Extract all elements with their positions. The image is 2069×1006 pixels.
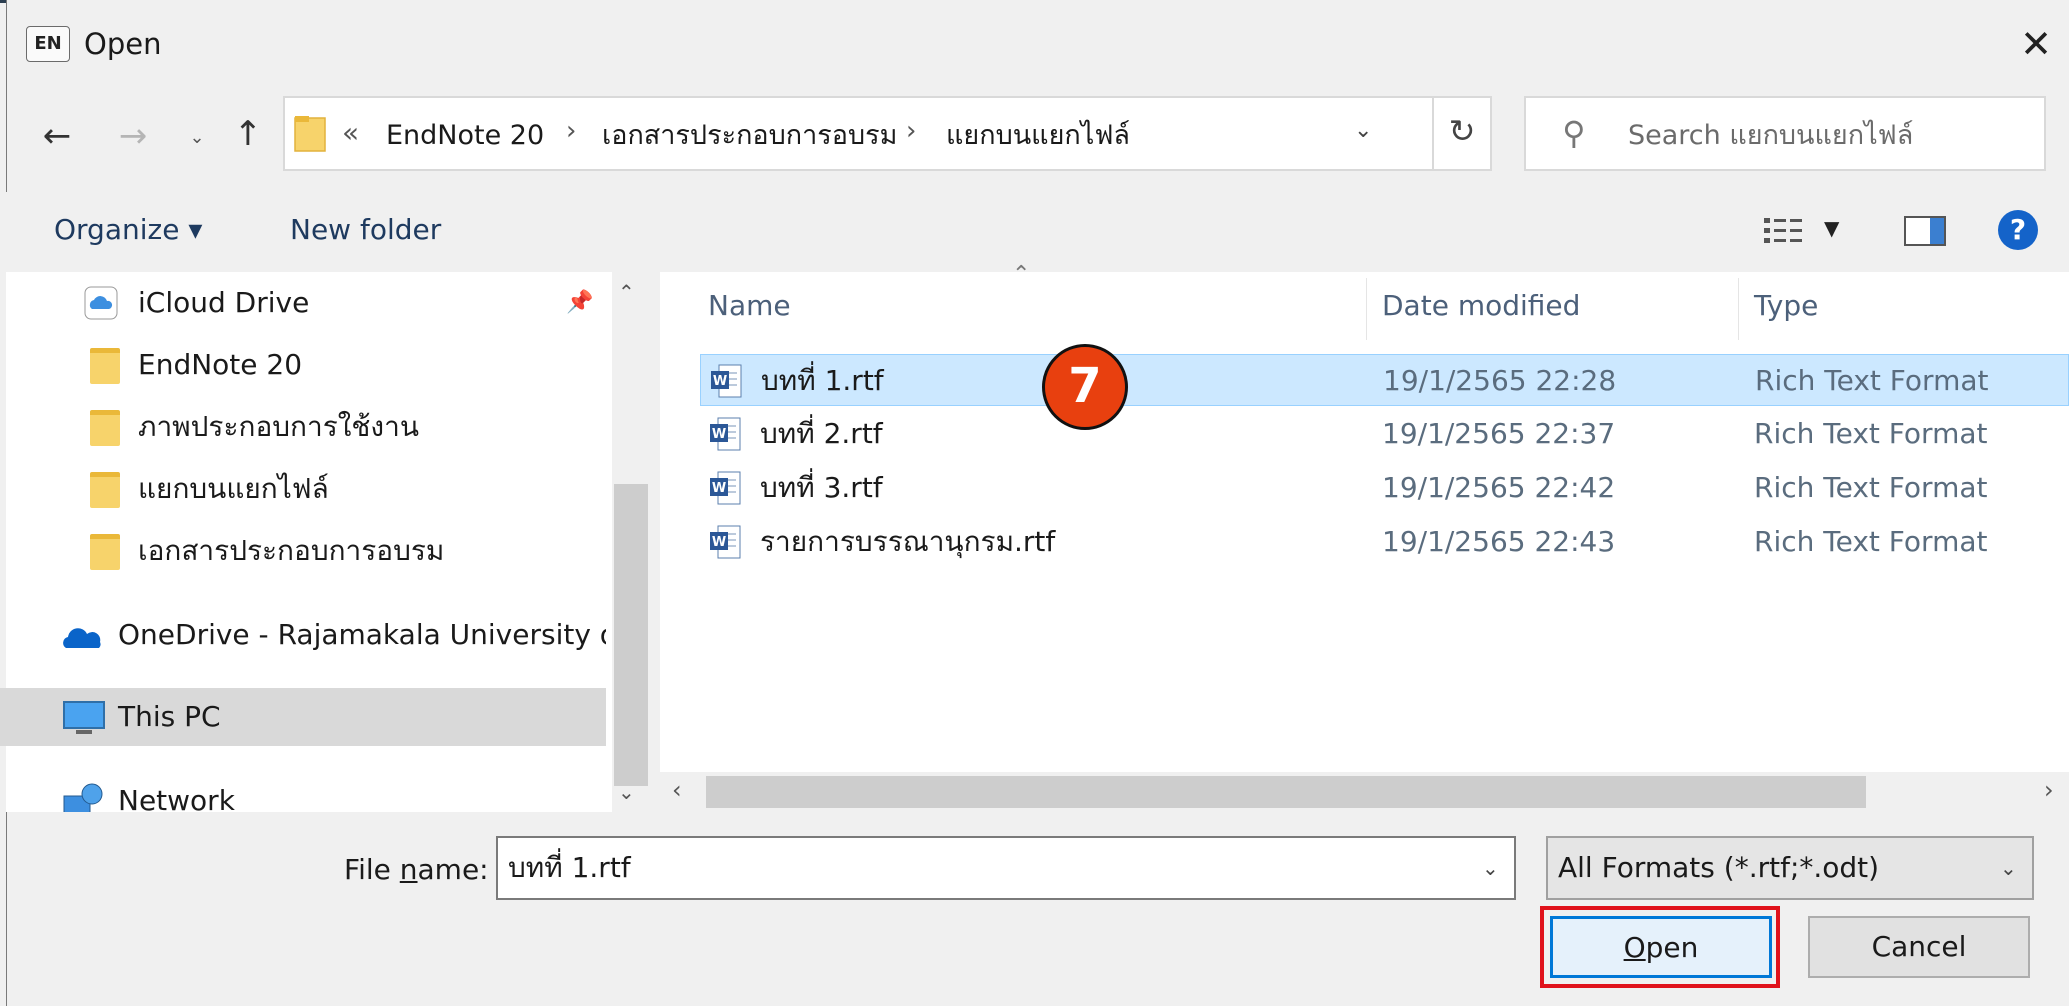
address-dropdown-chevron-icon[interactable]: ⌄: [1354, 118, 1372, 143]
sidebar-item-label: This PC: [118, 700, 221, 733]
dialog-title: Open: [84, 27, 162, 61]
recent-locations-chevron-icon[interactable]: ⌄: [184, 118, 210, 158]
step-number-badge: 7: [1042, 344, 1128, 430]
breadcrumb-current-folder[interactable]: แยกบนแยกไฟล์: [946, 118, 1130, 154]
endnote-app-icon: EN: [26, 26, 70, 62]
sidebar-item-label: OneDrive - Rajamakala University of: [118, 618, 606, 651]
search-icon: ⚲: [1562, 114, 1586, 152]
sidebar-item-onedrive[interactable]: OneDrive - Rajamakala University of: [0, 606, 606, 664]
file-name-value[interactable]: บทที่ 1.rtf: [508, 848, 631, 888]
file-type: Rich Text Format: [1754, 525, 1988, 558]
sidebar-item-this-pc[interactable]: This PC: [0, 688, 606, 746]
file-name: บทที่ 1.rtf: [761, 364, 884, 397]
word-document-icon: W: [710, 417, 741, 451]
column-header-name[interactable]: Name: [708, 286, 791, 326]
file-date: 19/1/2565 22:43: [1382, 525, 1616, 558]
svg-text:W: W: [713, 374, 727, 389]
file-type: Rich Text Format: [1754, 417, 1988, 450]
sidebar-item-label: ภาพประกอบการใช้งาน: [138, 410, 419, 443]
sidebar-item-endnote-20[interactable]: EndNote 20: [0, 336, 606, 394]
folder-icon: [90, 534, 120, 570]
file-row[interactable]: W บทที่ 2.rtf 19/1/2565 22:37 Rich Text …: [700, 408, 2069, 460]
svg-text:W: W: [712, 481, 726, 496]
new-folder-button[interactable]: New folder: [290, 210, 441, 250]
sidebar-item-split-files[interactable]: แยกบนแยกไฟล์: [0, 460, 606, 518]
folder-icon: [90, 472, 120, 508]
sidebar-scrollbar-thumb[interactable]: [614, 484, 648, 786]
folder-icon: [90, 348, 120, 384]
word-document-icon: W: [710, 525, 741, 559]
breadcrumb-separator-icon[interactable]: ›: [906, 116, 916, 146]
scroll-up-icon[interactable]: ⌃: [618, 280, 635, 304]
folder-icon: [294, 116, 326, 152]
sort-ascending-icon: ⌃: [1012, 262, 1031, 287]
sidebar-item-label: เอกสารประกอบการอบรม: [138, 534, 445, 567]
file-row[interactable]: W บทที่ 3.rtf 19/1/2565 22:42 Rich Text …: [700, 462, 2069, 514]
svg-text:W: W: [712, 535, 726, 550]
forward-button[interactable]: →: [110, 116, 156, 156]
file-type: Rich Text Format: [1755, 364, 1989, 397]
cancel-button[interactable]: Cancel: [1808, 916, 2030, 978]
details-view-icon[interactable]: [1762, 214, 1806, 248]
filter-dropdown-chevron-icon[interactable]: ⌄: [2000, 856, 2017, 880]
breadcrumb-endnote-20[interactable]: EndNote 20: [386, 118, 544, 154]
search-input[interactable]: Search แยกบนแยกไฟล์: [1628, 118, 1913, 154]
open-button[interactable]: Open: [1550, 916, 1772, 978]
preview-pane-icon[interactable]: [1904, 216, 1946, 246]
file-date: 19/1/2565 22:28: [1383, 364, 1617, 397]
column-divider[interactable]: [1366, 278, 1367, 340]
help-icon[interactable]: ?: [1998, 210, 2038, 250]
icloud-icon: [84, 286, 118, 320]
computer-icon: [63, 701, 105, 734]
file-row[interactable]: W บทที่ 1.rtf 19/1/2565 22:28 Rich Text …: [700, 354, 2069, 406]
organize-button[interactable]: Organize ▾: [54, 210, 202, 250]
file-name-dropdown-chevron-icon[interactable]: ⌄: [1482, 856, 1499, 880]
close-icon[interactable]: ✕: [2010, 18, 2062, 70]
breadcrumb-separator-icon[interactable]: ›: [566, 116, 576, 146]
file-name-label: File name:: [344, 853, 489, 886]
file-name: บทที่ 3.rtf: [760, 471, 883, 504]
file-name: รายการบรรณานุกรม.rtf: [760, 525, 1056, 558]
sidebar-item-icloud-drive[interactable]: iCloud Drive: [0, 274, 606, 332]
sidebar-item-label: EndNote 20: [138, 348, 303, 381]
folder-icon: [90, 410, 120, 446]
onedrive-icon: [63, 628, 101, 648]
file-type: Rich Text Format: [1754, 471, 1988, 504]
file-type-filter-value[interactable]: All Formats (*.rtf;*.odt): [1558, 848, 1879, 888]
network-icon: [63, 783, 103, 812]
column-header-type[interactable]: Type: [1754, 286, 1818, 326]
column-divider[interactable]: [1738, 278, 1739, 340]
file-row[interactable]: W รายการบรรณานุกรม.rtf 19/1/2565 22:43 R…: [700, 516, 2069, 568]
word-document-icon: W: [711, 364, 742, 398]
file-name-field[interactable]: [496, 836, 1516, 900]
view-options-dropdown-icon[interactable]: ▼: [1824, 216, 1839, 240]
column-header-date-modified[interactable]: Date modified: [1382, 286, 1580, 326]
pin-icon[interactable]: 📌: [566, 290, 593, 315]
sidebar-item-training-docs[interactable]: เอกสารประกอบการอบรม: [0, 522, 606, 580]
word-document-icon: W: [710, 471, 741, 505]
scroll-down-icon[interactable]: ⌄: [618, 780, 635, 804]
file-date: 19/1/2565 22:37: [1382, 417, 1616, 450]
scroll-right-icon[interactable]: ›: [2044, 776, 2054, 804]
sidebar-item-usage-images[interactable]: ภาพประกอบการใช้งาน: [0, 398, 606, 456]
sidebar-item-label: แยกบนแยกไฟล์: [138, 472, 329, 505]
sidebar-item-network[interactable]: Network: [0, 772, 606, 812]
breadcrumb-training-docs[interactable]: เอกสารประกอบการอบรม: [602, 118, 897, 154]
sidebar-item-label: iCloud Drive: [138, 286, 310, 319]
overflow-chevron-icon[interactable]: «: [342, 116, 359, 149]
svg-text:W: W: [712, 427, 726, 442]
file-name: บทที่ 2.rtf: [760, 417, 883, 450]
back-button[interactable]: ←: [34, 116, 80, 156]
file-date: 19/1/2565 22:42: [1382, 471, 1616, 504]
sidebar-item-label: Network: [118, 784, 235, 812]
scroll-left-icon[interactable]: ‹: [672, 776, 682, 804]
up-button[interactable]: ↑: [228, 114, 268, 154]
horizontal-scrollbar-thumb[interactable]: [706, 776, 1866, 808]
refresh-icon[interactable]: ↻: [1434, 112, 1490, 150]
